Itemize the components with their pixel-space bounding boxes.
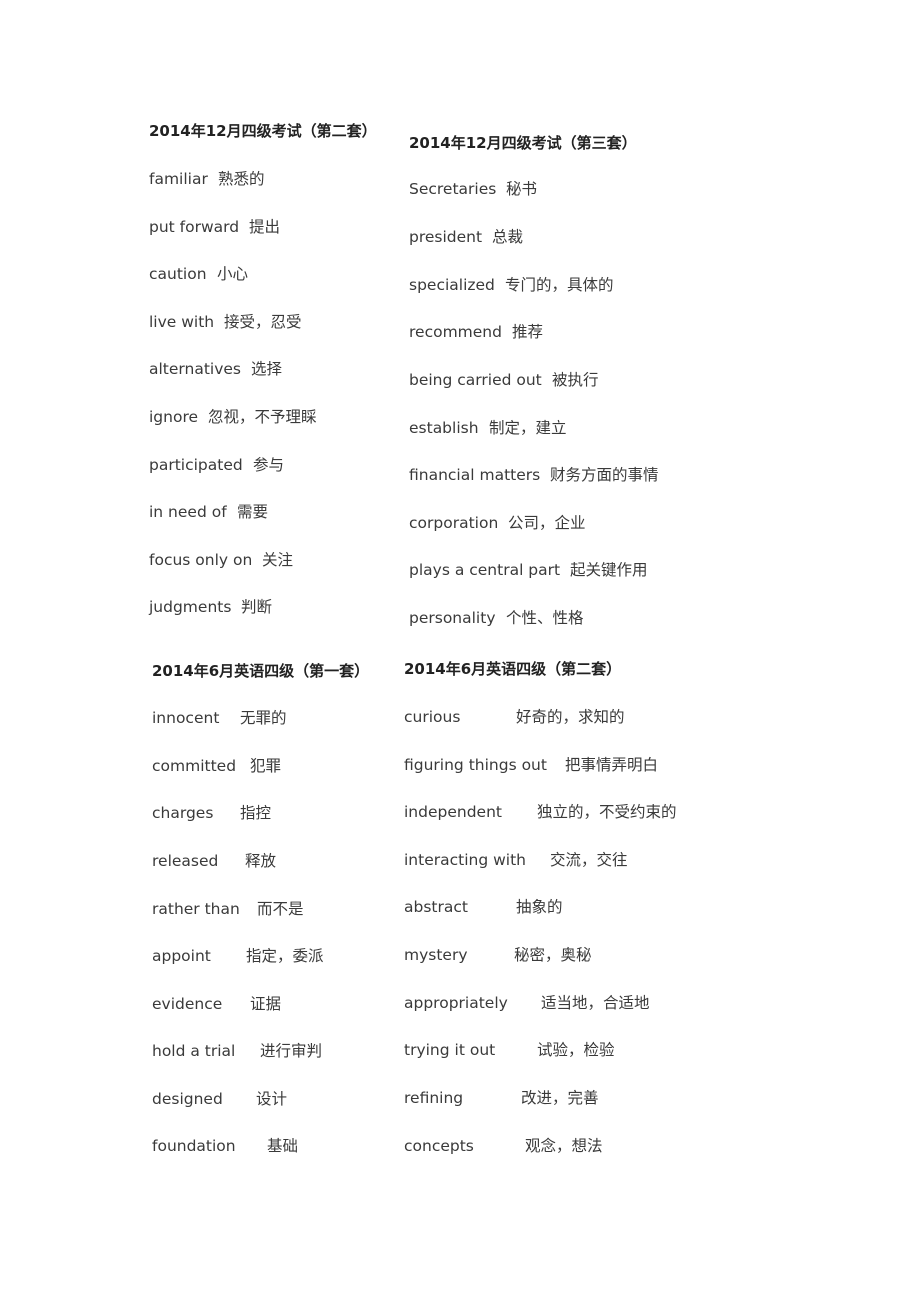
chinese-meaning: 专门的，具体的: [505, 276, 614, 294]
chinese-meaning: 提出: [249, 218, 281, 236]
english-term: committed: [152, 757, 237, 775]
english-term: innocent: [152, 709, 220, 727]
english-term: abstract: [404, 898, 468, 916]
chinese-meaning: 参与: [253, 456, 285, 474]
chinese-meaning: 需要: [237, 503, 269, 521]
chinese-meaning: 证据: [250, 995, 282, 1013]
chinese-meaning: 指定，委派: [246, 947, 324, 965]
chinese-meaning: 推荐: [512, 323, 544, 341]
english-term: released: [152, 852, 219, 870]
english-term: refining: [404, 1089, 464, 1107]
english-term: trying it out: [404, 1041, 496, 1059]
english-term: foundation: [152, 1137, 236, 1155]
section-heading: 2014年6月英语四级（第一套）: [152, 662, 370, 680]
chinese-meaning: 选择: [251, 360, 283, 378]
section-heading: 2014年12月四级考试（第二套）: [149, 122, 377, 140]
chinese-meaning: 被执行: [552, 371, 599, 389]
english-term: charges: [152, 804, 214, 822]
chinese-meaning: 观念，想法: [525, 1137, 603, 1155]
chinese-meaning: 起关键作用: [570, 561, 648, 579]
english-term: hold a trial: [152, 1042, 236, 1060]
english-term: judgments: [149, 598, 232, 616]
chinese-meaning: 指控: [240, 804, 272, 822]
chinese-meaning: 独立的，不受约束的: [537, 803, 677, 821]
chinese-meaning: 适当地，合适地: [541, 994, 650, 1012]
chinese-meaning: 财务方面的事情: [550, 466, 659, 484]
chinese-meaning: 释放: [245, 852, 277, 870]
chinese-meaning: 犯罪: [250, 757, 282, 775]
chinese-meaning: 秘书: [506, 180, 538, 198]
english-term: familiar: [149, 170, 208, 188]
english-term: rather than: [152, 900, 240, 918]
section-heading: 2014年12月四级考试（第三套）: [409, 134, 637, 152]
chinese-meaning: 秘密，奥秘: [514, 946, 592, 964]
chinese-meaning: 把事情弄明白: [565, 756, 659, 774]
chinese-meaning: 进行审判: [260, 1042, 323, 1060]
english-term: appoint: [152, 947, 211, 965]
english-term: financial matters: [409, 466, 541, 484]
english-term: corporation: [409, 514, 499, 532]
chinese-meaning: 公司，企业: [508, 514, 586, 532]
english-term: figuring things out: [404, 756, 547, 774]
english-term: evidence: [152, 995, 223, 1013]
chinese-meaning: 接受，忍受: [224, 313, 302, 331]
chinese-meaning: 设计: [256, 1090, 288, 1108]
english-term: designed: [152, 1090, 223, 1108]
chinese-meaning: 而不是: [257, 900, 304, 918]
english-term: alternatives: [149, 360, 242, 378]
english-term: participated: [149, 456, 243, 474]
english-term: mystery: [404, 946, 468, 964]
chinese-meaning: 交流，交往: [550, 851, 628, 869]
english-term: president: [409, 228, 483, 246]
chinese-meaning: 制定，建立: [489, 419, 567, 437]
chinese-meaning: 改进，完善: [521, 1089, 599, 1107]
english-term: plays a central part: [409, 561, 561, 579]
chinese-meaning: 试验，检验: [537, 1041, 615, 1059]
english-term: establish: [409, 419, 479, 437]
english-term: Secretaries: [409, 180, 497, 198]
chinese-meaning: 熟悉的: [218, 170, 265, 188]
english-term: appropriately: [404, 994, 508, 1012]
english-term: live with: [149, 313, 215, 331]
chinese-meaning: 判断: [241, 598, 273, 616]
chinese-meaning: 无罪的: [240, 709, 287, 727]
chinese-meaning: 个性、性格: [506, 609, 584, 627]
english-term: personality: [409, 609, 496, 627]
english-term: curious: [404, 708, 461, 726]
section-heading: 2014年6月英语四级（第二套）: [404, 660, 622, 678]
english-term: put forward: [149, 218, 240, 236]
english-term: caution: [149, 265, 207, 283]
english-term: being carried out: [409, 371, 542, 389]
english-term: interacting with: [404, 851, 526, 869]
chinese-meaning: 好奇的，求知的: [516, 708, 625, 726]
english-term: focus only on: [149, 551, 253, 569]
english-term: concepts: [404, 1137, 474, 1155]
chinese-meaning: 忽视，不予理睬: [208, 408, 317, 426]
chinese-meaning: 关注: [262, 551, 294, 569]
english-term: recommend: [409, 323, 502, 341]
english-term: ignore: [149, 408, 199, 426]
chinese-meaning: 总裁: [492, 228, 524, 246]
chinese-meaning: 抽象的: [516, 898, 563, 916]
chinese-meaning: 小心: [217, 265, 249, 283]
english-term: specialized: [409, 276, 495, 294]
chinese-meaning: 基础: [267, 1137, 299, 1155]
english-term: independent: [404, 803, 502, 821]
english-term: in need of: [149, 503, 227, 521]
